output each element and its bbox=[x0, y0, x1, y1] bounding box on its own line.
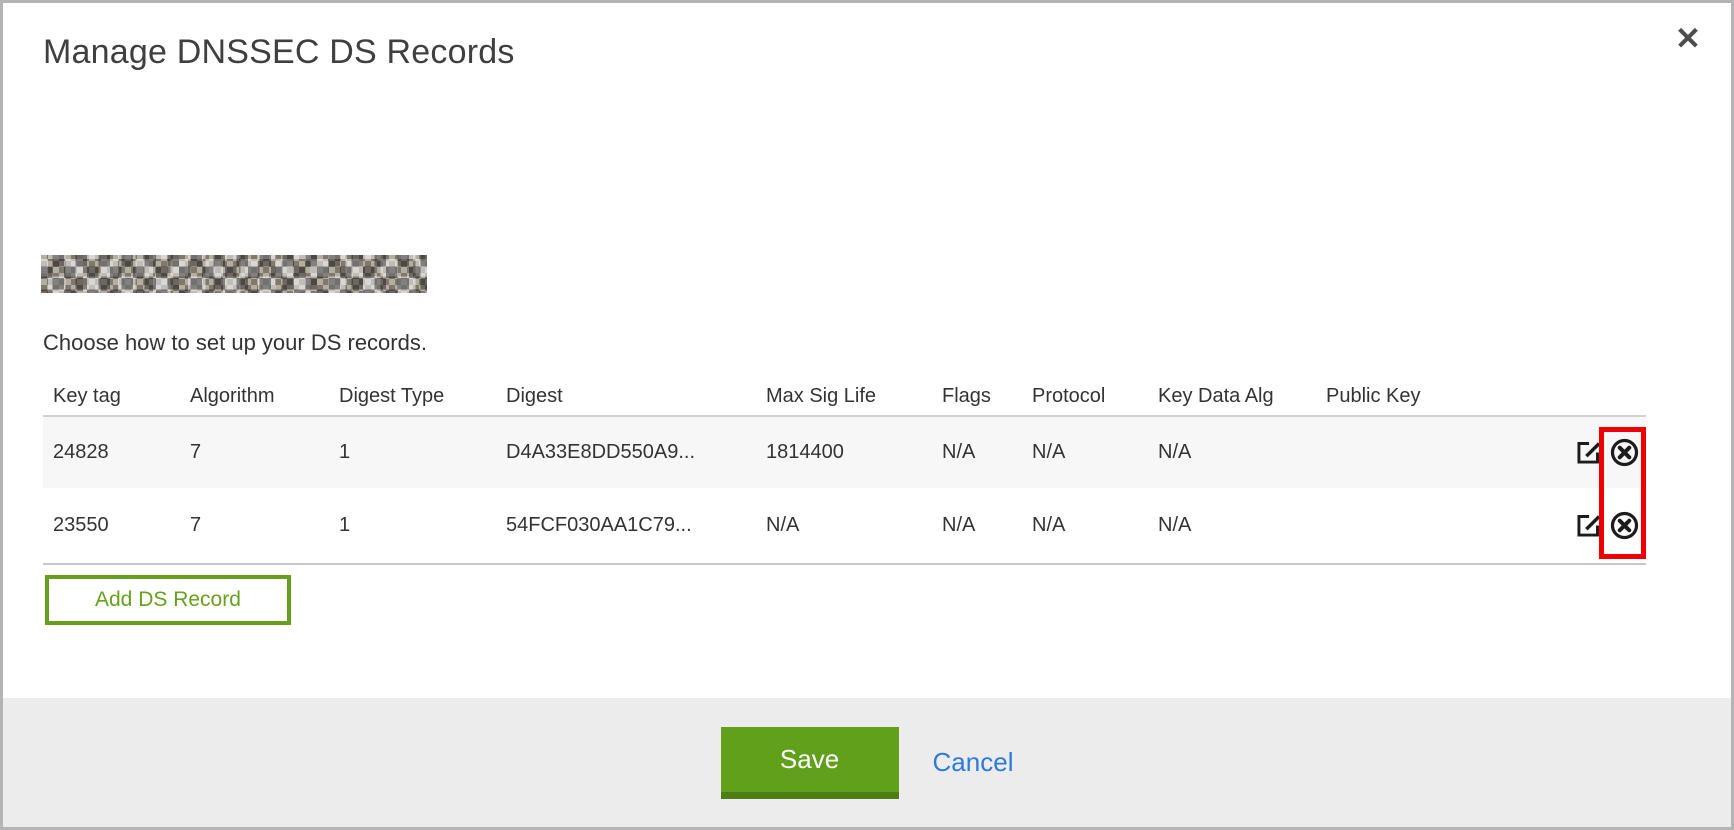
cell-protocol: N/A bbox=[1032, 514, 1158, 537]
cell-key-data-alg: N/A bbox=[1158, 441, 1326, 464]
delete-record-icon[interactable] bbox=[1609, 510, 1640, 541]
cell-key-tag: 24828 bbox=[53, 441, 190, 464]
cell-flags: N/A bbox=[942, 441, 1032, 464]
cell-digest: D4A33E8DD550A9... bbox=[506, 441, 766, 464]
column-header-protocol: Protocol bbox=[1032, 385, 1158, 408]
edit-record-icon[interactable] bbox=[1575, 512, 1602, 539]
cell-protocol: N/A bbox=[1032, 441, 1158, 464]
column-header-key-data-alg: Key Data Alg bbox=[1158, 385, 1326, 408]
table-row: 23550 7 1 54FCF030AA1C79... N/A N/A N/A … bbox=[43, 488, 1646, 563]
cell-algorithm: 7 bbox=[190, 441, 339, 464]
add-ds-record-button[interactable]: Add DS Record bbox=[45, 575, 291, 625]
row-actions bbox=[1558, 437, 1646, 468]
table-row: 24828 7 1 D4A33E8DD550A9... 1814400 N/A … bbox=[43, 417, 1646, 488]
save-button[interactable]: Save bbox=[721, 727, 899, 799]
modal-footer: Save Cancel bbox=[3, 698, 1731, 827]
table-body: 24828 7 1 D4A33E8DD550A9... 1814400 N/A … bbox=[43, 417, 1646, 565]
edit-record-icon[interactable] bbox=[1575, 439, 1602, 466]
column-header-key-tag: Key tag bbox=[53, 385, 190, 408]
column-header-algorithm: Algorithm bbox=[190, 385, 339, 408]
cell-key-data-alg: N/A bbox=[1158, 514, 1326, 537]
dnssec-ds-records-modal: Manage DNSSEC DS Records ✕ Choose how to… bbox=[0, 0, 1734, 830]
cell-max-sig-life: 1814400 bbox=[766, 441, 942, 464]
column-header-flags: Flags bbox=[942, 385, 1032, 408]
delete-record-icon[interactable] bbox=[1609, 437, 1640, 468]
cell-digest-type: 1 bbox=[339, 514, 506, 537]
cell-digest-type: 1 bbox=[339, 441, 506, 464]
table-header-row: Key tag Algorithm Digest Type Digest Max… bbox=[43, 378, 1646, 417]
instruction-text: Choose how to set up your DS records. bbox=[43, 330, 427, 356]
cancel-link[interactable]: Cancel bbox=[933, 747, 1014, 778]
cell-key-tag: 23550 bbox=[53, 514, 190, 537]
cell-flags: N/A bbox=[942, 514, 1032, 537]
cell-max-sig-life: N/A bbox=[766, 514, 942, 537]
redacted-domain-name bbox=[41, 255, 427, 293]
ds-records-table: Key tag Algorithm Digest Type Digest Max… bbox=[43, 378, 1646, 565]
column-header-public-key: Public Key bbox=[1326, 385, 1558, 408]
column-header-digest-type: Digest Type bbox=[339, 385, 506, 408]
close-icon[interactable]: ✕ bbox=[1675, 23, 1701, 54]
page-title: Manage DNSSEC DS Records bbox=[43, 33, 515, 72]
cell-digest: 54FCF030AA1C79... bbox=[506, 514, 766, 537]
column-header-digest: Digest bbox=[506, 385, 766, 408]
row-actions bbox=[1558, 510, 1646, 541]
column-header-max-sig-life: Max Sig Life bbox=[766, 385, 942, 408]
cell-algorithm: 7 bbox=[190, 514, 339, 537]
